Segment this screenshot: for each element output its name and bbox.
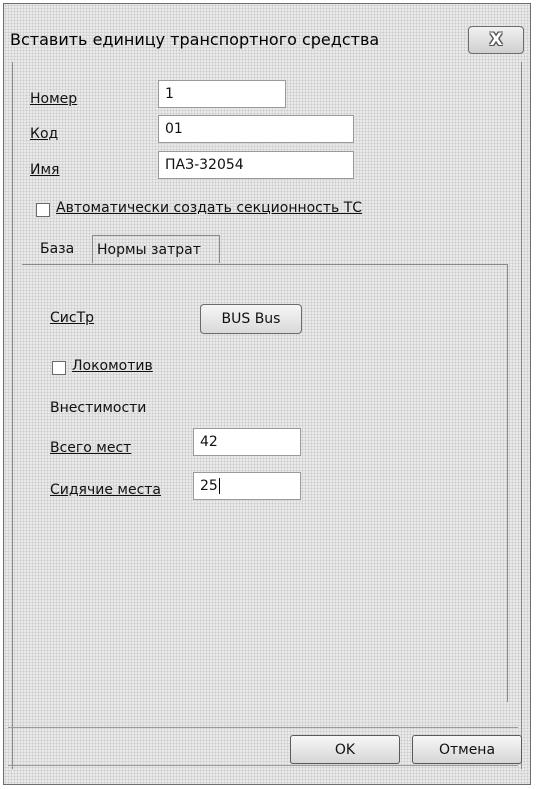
sitting-seats-input[interactable]: 25	[193, 472, 301, 500]
locomotive-checkbox[interactable]	[52, 361, 66, 375]
capacity-heading: Внестимости	[50, 400, 147, 416]
auto-section-checkbox[interactable]	[36, 203, 50, 217]
sys-tr-button[interactable]: BUS Bus	[200, 304, 302, 334]
sitting-seats-label: Сидячие места	[50, 482, 162, 498]
locomotive-label: Локомотив	[72, 358, 153, 374]
sys-label: СисТр	[50, 310, 95, 326]
text-caret	[218, 478, 220, 494]
cancel-button[interactable]: Отмена	[412, 735, 522, 764]
total-seats-input[interactable]	[193, 428, 301, 456]
code-input[interactable]	[158, 115, 354, 143]
code-label: Код	[30, 126, 59, 142]
name-label: Имя	[30, 162, 60, 178]
window-title: Вставить единицу транспортного средства	[10, 30, 380, 49]
sitting-seats-value: 25	[200, 478, 218, 494]
ok-button[interactable]: OK	[290, 735, 400, 764]
total-seats-label: Всего мест	[50, 440, 132, 456]
footer-separator	[8, 727, 518, 728]
tab-cost-norms[interactable]: Нормы затрат	[92, 235, 220, 263]
close-icon: X	[489, 30, 503, 50]
name-input[interactable]	[158, 151, 354, 179]
number-input[interactable]	[158, 80, 286, 108]
title-bar: Вставить единицу транспортного средства …	[4, 4, 530, 62]
auto-section-label: Автоматически создать секционность ТС	[56, 200, 363, 216]
bottom-frame	[8, 765, 518, 766]
number-label: Номер	[30, 91, 78, 107]
tab-base[interactable]: База	[36, 235, 92, 263]
close-button[interactable]: X	[468, 26, 524, 54]
